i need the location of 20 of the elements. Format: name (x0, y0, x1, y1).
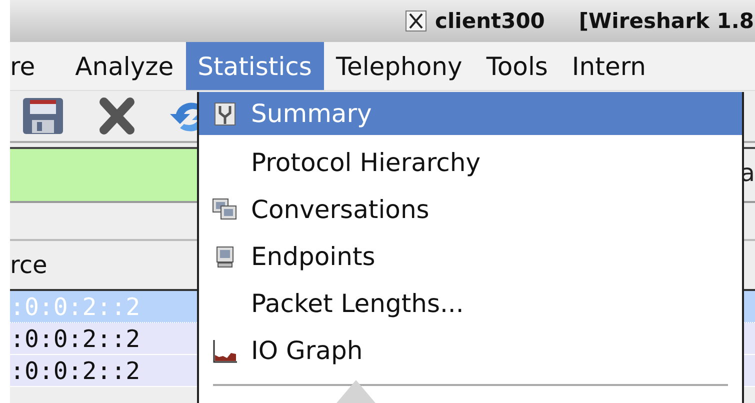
window-title-suffix: [Wireshark 1.8 (578, 9, 754, 33)
two-computers-icon (212, 196, 238, 222)
line-chart-icon (212, 338, 238, 364)
menu-item[interactable]: Intern (560, 42, 658, 90)
menu-option[interactable]: Protocol Hierarchy (199, 139, 742, 186)
menu-option[interactable]: Summary (199, 92, 742, 135)
wrench-document-icon (212, 100, 238, 126)
menu-item[interactable]: Statistics (186, 42, 324, 90)
menu-option[interactable]: Conversations (199, 186, 742, 233)
menu-option[interactable]: Packet Lengths... (199, 280, 742, 327)
window-title: client300 (435, 9, 545, 33)
menu-option[interactable]: Endpoints (199, 233, 742, 280)
x-logo-icon (405, 10, 427, 32)
menu-item[interactable]: re (10, 42, 64, 90)
menu-item[interactable]: Tools (474, 42, 560, 90)
filter-field[interactable] (10, 149, 198, 201)
menu-item[interactable]: Analyze (63, 42, 186, 90)
menu-option[interactable]: IO Graph (199, 327, 742, 374)
column-header[interactable]: rce (10, 251, 48, 279)
menu-item[interactable]: Telephony (324, 42, 474, 90)
